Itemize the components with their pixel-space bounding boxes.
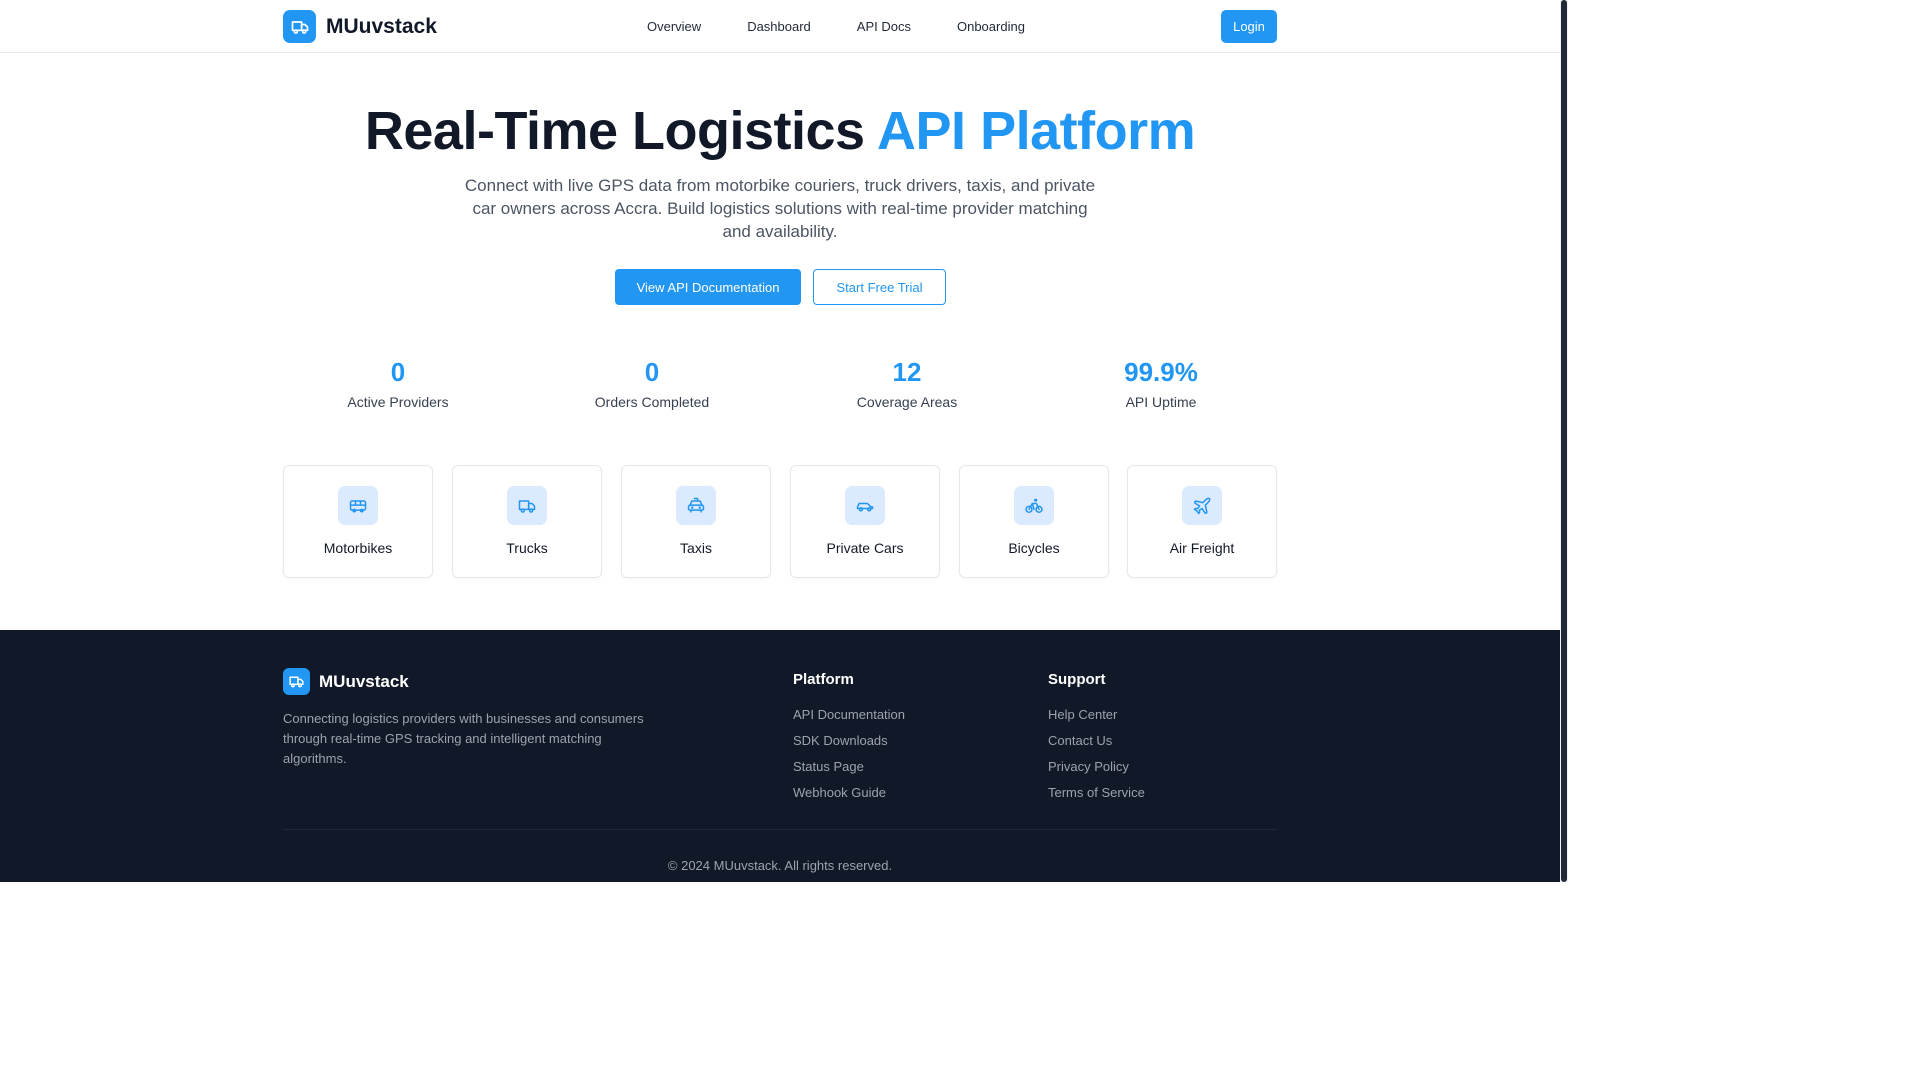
footer-brand[interactable]: MUuvstack (283, 668, 409, 695)
footer-link-contact-us[interactable]: Contact Us (1048, 733, 1145, 749)
footer-link-privacy-policy[interactable]: Privacy Policy (1048, 759, 1145, 775)
car-icon (845, 486, 885, 525)
footer-support-column: Support Help Center Contact Us Privacy P… (1048, 671, 1145, 801)
truck-icon (283, 10, 316, 43)
hero-title: Real-Time Logistics API Platform (0, 100, 1560, 162)
stat-value: 12 (892, 357, 922, 387)
main-nav: Overview Dashboard API Docs Onboarding (647, 0, 1071, 53)
login-button[interactable]: Login (1221, 10, 1277, 43)
footer-column-title: Support (1048, 671, 1106, 688)
vehicle-card-air-freight[interactable]: Air Freight (1127, 465, 1277, 578)
footer-brand-name: MUuvstack (319, 671, 409, 691)
footer-link-help-center[interactable]: Help Center (1048, 707, 1145, 723)
vehicle-label: Trucks (506, 540, 548, 556)
vehicle-card-private-cars[interactable]: Private Cars (790, 465, 940, 578)
footer-divider (283, 829, 1277, 830)
footer-link-api-documentation[interactable]: API Documentation (793, 707, 905, 723)
vehicle-label: Taxis (680, 540, 712, 556)
vehicle-card-trucks[interactable]: Trucks (452, 465, 602, 578)
vehicle-card-bicycles[interactable]: Bicycles (959, 465, 1109, 578)
nav-api-docs[interactable]: API Docs (857, 19, 911, 34)
brand[interactable]: MUuvstack (283, 10, 437, 43)
truck-icon (283, 668, 310, 695)
stat-active-providers: 0 Active Providers (273, 356, 523, 410)
footer-link-status-page[interactable]: Status Page (793, 759, 905, 775)
footer-copyright: © 2024 MUuvstack. All rights reserved. (667, 858, 893, 873)
page: MUuvstack Overview Dashboard API Docs On… (0, 0, 1560, 882)
scrollbar-thumb[interactable] (1561, 0, 1567, 882)
footer-link-webhook-guide[interactable]: Webhook Guide (793, 785, 905, 801)
stat-value: 99.9% (1124, 357, 1198, 387)
scrollbar[interactable] (1560, 0, 1568, 882)
bicycle-icon (1014, 486, 1054, 525)
footer-link-terms-of-service[interactable]: Terms of Service (1048, 785, 1145, 801)
stat-label: API Uptime (1125, 394, 1197, 410)
view-api-docs-button[interactable]: View API Documentation (615, 269, 801, 305)
footer-column-title: Platform (793, 671, 854, 688)
truck-icon (507, 486, 547, 525)
stat-label: Orders Completed (594, 394, 710, 410)
nav-onboarding[interactable]: Onboarding (957, 19, 1025, 34)
footer-description: Connecting logistics providers with busi… (283, 711, 644, 766)
hero-subtitle: Connect with live GPS data from motorbik… (464, 176, 1096, 241)
plane-icon (1182, 486, 1222, 525)
hero-title-accent: API Platform (877, 101, 1196, 161)
start-free-trial-button[interactable]: Start Free Trial (813, 269, 946, 305)
vehicle-label: Bicycles (1008, 540, 1060, 556)
stat-value: 0 (390, 357, 406, 387)
footer-link-sdk-downloads[interactable]: SDK Downloads (793, 733, 905, 749)
top-header: MUuvstack Overview Dashboard API Docs On… (0, 0, 1560, 53)
bus-icon (338, 486, 378, 525)
footer: MUuvstack Connecting logistics providers… (0, 630, 1560, 882)
hero-title-main: Real-Time Logistics (364, 101, 878, 161)
footer-platform-column: Platform API Documentation SDK Downloads… (793, 671, 905, 801)
brand-name: MUuvstack (326, 14, 437, 38)
stat-value: 0 (644, 357, 660, 387)
vehicle-card-motorbikes[interactable]: Motorbikes (283, 465, 433, 578)
vehicle-label: Private Cars (826, 540, 904, 556)
stat-label: Active Providers (347, 394, 449, 410)
vehicle-card-taxis[interactable]: Taxis (621, 465, 771, 578)
nav-overview[interactable]: Overview (647, 19, 701, 34)
stat-api-uptime: 99.9% API Uptime (1036, 356, 1286, 410)
vehicle-label: Motorbikes (323, 540, 393, 556)
nav-dashboard[interactable]: Dashboard (747, 19, 811, 34)
stat-orders-completed: 0 Orders Completed (527, 356, 777, 410)
stat-label: Coverage Areas (856, 394, 958, 410)
stat-coverage-areas: 12 Coverage Areas (782, 356, 1032, 410)
taxi-icon (676, 486, 716, 525)
vehicle-label: Air Freight (1169, 540, 1235, 556)
